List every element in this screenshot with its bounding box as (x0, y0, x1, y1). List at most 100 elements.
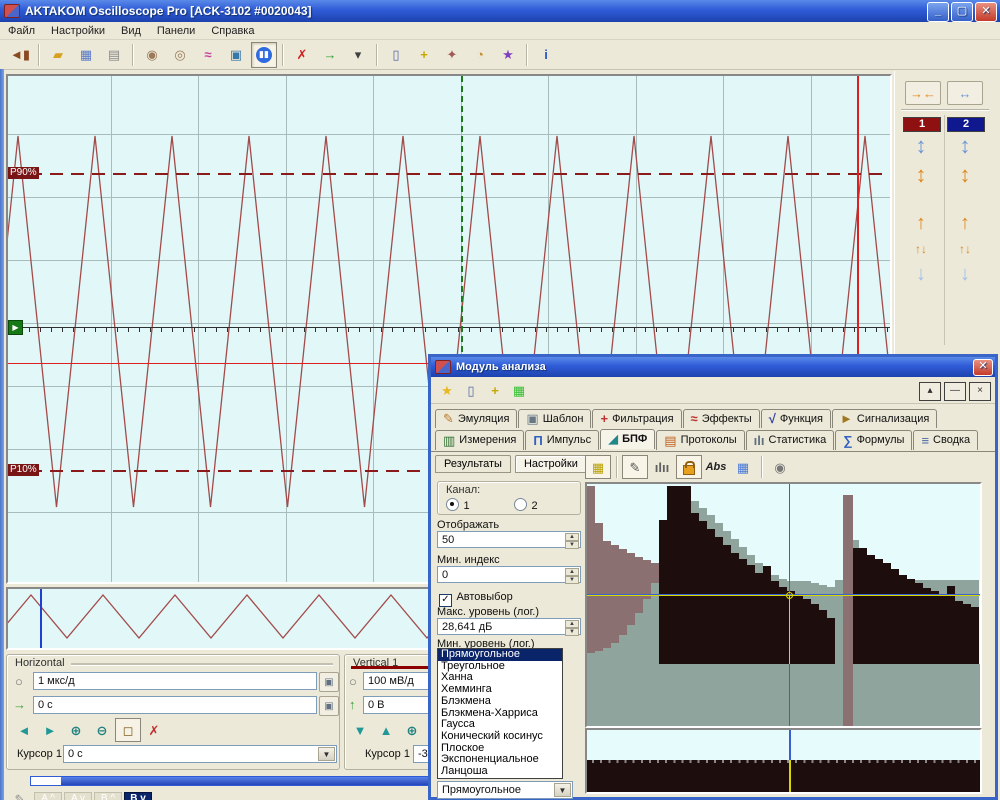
save-button[interactable]: ▦ (73, 42, 99, 68)
tab-Статистика[interactable]: ılıСтатистика (746, 430, 835, 450)
delete-signal-button[interactable]: ✗ (289, 42, 315, 68)
window-function-combo[interactable]: Прямоугольное ▼ (437, 781, 573, 799)
lock-button[interactable] (676, 455, 702, 479)
fft-spectrum-display[interactable] (585, 482, 982, 728)
shift-up-button[interactable]: ↑ (916, 213, 926, 234)
menu-item-5[interactable]: Справка (203, 24, 262, 38)
tab-settings[interactable]: Настройки (515, 455, 587, 473)
expand-vertical-button[interactable]: ↕ (960, 135, 971, 158)
min-index-spinner[interactable]: ▲▼ (565, 568, 579, 581)
shift-down-button[interactable]: ↓ (960, 264, 970, 285)
max-level-field[interactable]: 28,641 дБ ▲▼ (437, 618, 581, 635)
menu-item-2[interactable]: Настройки (43, 24, 113, 38)
list-item[interactable]: Блэкмена (438, 696, 562, 708)
measure-cross-button[interactable]: + (411, 42, 437, 68)
exit-button[interactable]: ◄▮ (7, 42, 33, 68)
shift-up-button[interactable]: ↑ (960, 213, 970, 234)
list-item[interactable]: Ланцоша (438, 766, 562, 778)
pause-button[interactable]: ▮▮ (251, 42, 277, 68)
tab-Формулы[interactable]: ∑Формулы (835, 430, 912, 450)
camera-button[interactable]: ◉ (767, 455, 793, 479)
signal-tab-Bv[interactable]: B v (124, 792, 152, 800)
print-button[interactable]: ▤ (101, 42, 127, 68)
window-combo-dropdown[interactable]: ▼ (554, 783, 571, 797)
tab-Функция[interactable]: √Функция (761, 409, 831, 428)
tab-Эффекты[interactable]: ≈Эффекты (683, 409, 760, 428)
p90-level-line[interactable] (8, 173, 890, 175)
tab-Сигнализация[interactable]: ►Сигнализация (832, 409, 937, 428)
table-button[interactable]: ▦ (730, 455, 756, 479)
timebase-field[interactable]: 1 мкс/д (33, 672, 317, 690)
menu-item-1[interactable]: Файл (0, 24, 43, 38)
overview-cursor-blue[interactable] (789, 730, 791, 760)
expand-horizontal-button[interactable]: ↔ (947, 81, 983, 105)
snapshot-b-button[interactable]: ◎ (167, 42, 193, 68)
abs-button[interactable]: Abs (703, 455, 729, 479)
list-item[interactable]: Конический косинус (438, 731, 562, 743)
grid-button[interactable]: ▦ (585, 455, 611, 479)
h-offset-device-button[interactable]: ▣ (319, 696, 339, 716)
display-spinner[interactable]: ▲▼ (565, 533, 579, 546)
scope-screen-button[interactable]: ▦ (508, 380, 530, 402)
waves-button[interactable]: ≈ (195, 42, 221, 68)
snapshot-a-button[interactable]: ◉ (139, 42, 165, 68)
trigger-level-marker[interactable]: ▶ (8, 320, 23, 335)
overview-cursor[interactable] (40, 589, 42, 648)
signal-tab-Av[interactable]: A v (64, 792, 92, 800)
timebase-device-button[interactable]: ▣ (319, 672, 339, 692)
histogram-button[interactable]: ılıı (649, 455, 675, 479)
tab-Эмуляция[interactable]: ✎Эмуляция (435, 409, 517, 428)
signal-tab-B^[interactable]: B ^ (94, 792, 122, 800)
channel-radio-1[interactable]: 1 (446, 496, 470, 514)
open-button[interactable]: ▰ (45, 42, 71, 68)
h-offset-field[interactable]: 0 с (33, 696, 317, 714)
color-search-button[interactable]: ◔ (467, 42, 493, 68)
close-button[interactable]: ✕ (975, 2, 997, 22)
dialog-close-button[interactable]: ✕ (973, 359, 993, 376)
tab-Фильтрация[interactable]: +Фильтрация (592, 409, 681, 428)
zoom-cancel-button[interactable]: ✗ (141, 718, 167, 742)
tab-results[interactable]: Результаты (435, 455, 511, 473)
h-cursor-field[interactable]: 0 с ▼ (63, 745, 337, 763)
channel-radio-2[interactable]: 2 (514, 496, 538, 514)
rollup-button[interactable]: ▴ (919, 382, 941, 401)
tab-Протоколы[interactable]: ▤Протоколы (656, 430, 744, 450)
close-x-button[interactable]: × (969, 382, 991, 401)
tab-БПФ[interactable]: ◢БПФ (600, 429, 655, 449)
expand-vertical-button[interactable]: ↕ (916, 135, 927, 158)
shift-down-button[interactable]: ↓ (916, 264, 926, 285)
scroll-left-button[interactable]: ◄ (11, 718, 37, 742)
min-index-field[interactable]: 0 ▲▼ (437, 566, 581, 583)
minimize-button[interactable]: _ (927, 2, 949, 22)
dropdown-arrow-button[interactable]: ▾ (345, 42, 371, 68)
info-panel-button[interactable]: ▯ (383, 42, 409, 68)
compress-vertical-button[interactable]: ↕ (916, 164, 927, 187)
wand-button[interactable]: ★ (495, 42, 521, 68)
compress-horizontal-button[interactable]: →← (905, 81, 941, 105)
zoom-window-button[interactable]: ◻ (115, 718, 141, 742)
measure-cross-button[interactable]: + (484, 380, 506, 402)
channel-2-header[interactable]: 2 (947, 117, 985, 132)
pen-graph-button[interactable]: ✎ (622, 455, 648, 479)
tab-Сводка[interactable]: ≡Сводка (913, 430, 978, 450)
window-function-listbox[interactable]: ПрямоугольноеТреугольноеХаннаХеммингаБлэ… (437, 648, 563, 779)
monitor-search-button[interactable]: ▣ (223, 42, 249, 68)
zoom-in-h-button[interactable]: ⊕ (63, 718, 89, 742)
zoom-out-h-button[interactable]: ⊖ (89, 718, 115, 742)
list-item[interactable]: Прямоугольное (438, 649, 562, 661)
tab-Шаблон[interactable]: ▣Шаблон (518, 409, 591, 428)
autoselect-checkbox[interactable]: ✓ Автовыбор (439, 587, 513, 607)
tools-button[interactable]: ✦ (439, 42, 465, 68)
autoshift-button[interactable]: ↑↓ (959, 240, 971, 258)
minimize-button[interactable]: — (944, 382, 966, 401)
about-button[interactable]: i (533, 42, 559, 68)
favorites-button[interactable]: ★ (436, 380, 458, 402)
channel-1-header[interactable]: 1 (903, 117, 941, 132)
signal-tab-A^[interactable]: A ^ (34, 792, 62, 800)
autoshift-button[interactable]: ↑↓ (915, 240, 927, 258)
pencil-button[interactable]: ✎ (9, 788, 31, 800)
h-cursor-dropdown[interactable]: ▼ (318, 747, 335, 761)
fft-cursor-point[interactable] (786, 592, 793, 599)
compress-vertical-button[interactable]: ↕ (960, 164, 971, 187)
fft-overview-strip[interactable] (585, 728, 982, 794)
